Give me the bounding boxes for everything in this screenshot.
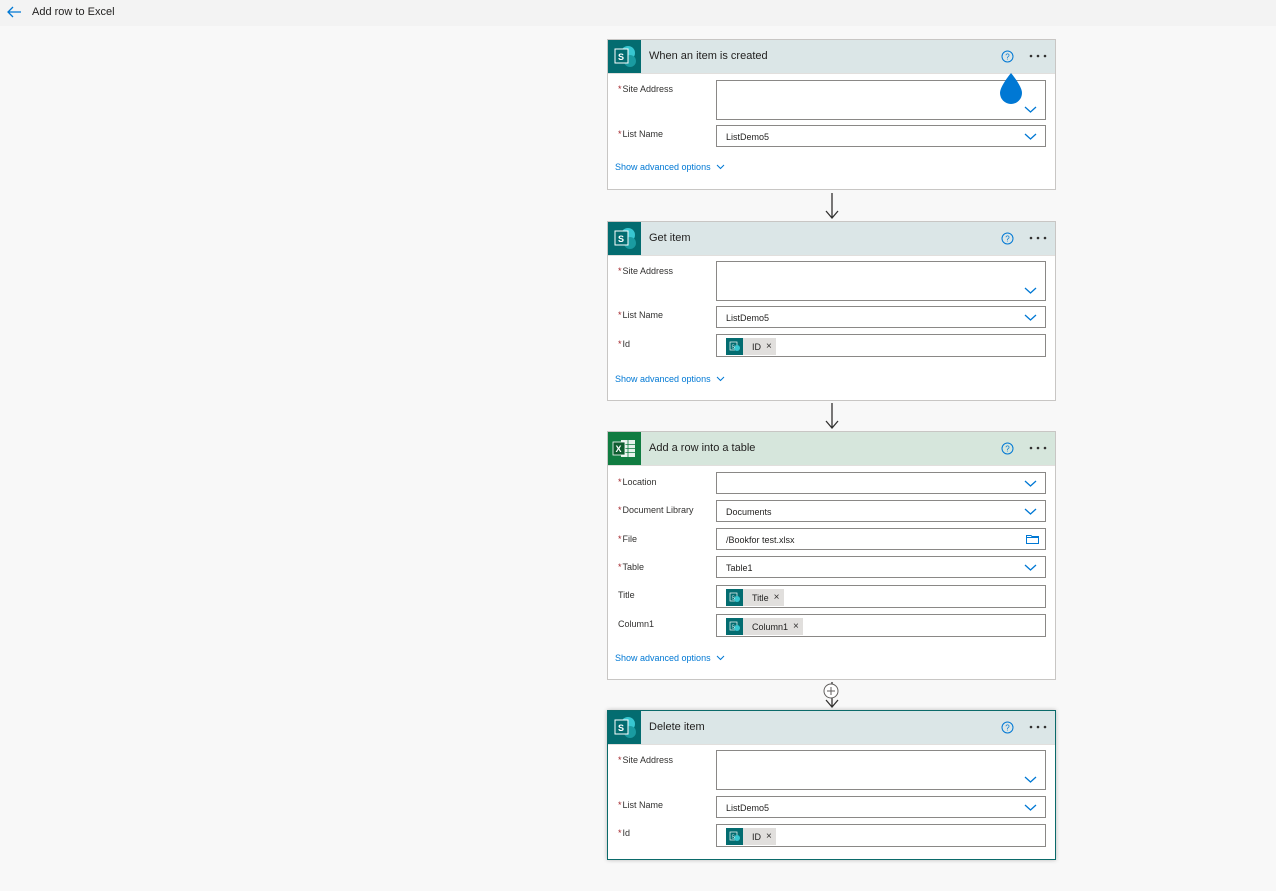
show-advanced-options-link[interactable]: Show advanced options [615, 374, 725, 384]
sharepoint-icon: S [608, 40, 641, 73]
svg-text:S: S [618, 52, 624, 62]
title-label: Title [618, 590, 635, 600]
card-title: When an item is created [649, 50, 768, 62]
top-bar: Add row to Excel [0, 0, 1276, 26]
card-title: Get item [649, 232, 691, 244]
help-icon[interactable]: ? [1001, 50, 1014, 63]
chevron-down-icon [716, 164, 724, 170]
more-icon[interactable] [1026, 49, 1050, 63]
get-item-card[interactable]: S Get item ? *Site Address *List Name Li… [607, 221, 1056, 401]
chevron-down-icon[interactable] [1024, 132, 1037, 141]
remove-token-icon[interactable]: × [766, 831, 772, 842]
card-title: Add a row into a table [649, 442, 756, 454]
list-name-label: *List Name [618, 129, 664, 139]
chevron-down-icon[interactable] [1024, 479, 1037, 488]
more-icon[interactable] [1026, 231, 1050, 245]
site-address-input[interactable] [716, 261, 1046, 301]
svg-text:X: X [616, 444, 622, 454]
site-address-label: *Site Address [618, 84, 674, 94]
card-header[interactable]: S When an item is created ? [608, 40, 1055, 74]
page-title: Add row to Excel [32, 6, 115, 18]
excel-icon: X [608, 432, 641, 465]
show-advanced-options-link[interactable]: Show advanced options [615, 653, 725, 663]
help-icon[interactable]: ? [1001, 721, 1014, 734]
chevron-down-icon[interactable] [1024, 313, 1037, 322]
list-name-label: *List Name [618, 800, 664, 810]
list-name-dropdown[interactable]: ListDemo5 [716, 306, 1046, 328]
table-dropdown[interactable]: Table1 [716, 556, 1046, 578]
svg-text:?: ? [1005, 445, 1010, 454]
card-header[interactable]: S Delete item ? [608, 711, 1055, 745]
chevron-down-icon[interactable] [1024, 507, 1037, 516]
cursor-drop-icon [1000, 73, 1022, 104]
list-name-label: *List Name [618, 310, 664, 320]
show-advanced-options-link[interactable]: Show advanced options [615, 162, 725, 172]
card-header[interactable]: S Get item ? [608, 222, 1055, 256]
more-icon[interactable] [1026, 441, 1050, 455]
column1-input[interactable]: S Column1 × [716, 614, 1046, 637]
sharepoint-icon: S [608, 711, 641, 744]
back-arrow-icon[interactable] [6, 5, 22, 19]
arrow-down-icon [825, 403, 839, 429]
svg-text:?: ? [1005, 235, 1010, 244]
remove-token-icon[interactable]: × [766, 341, 772, 352]
table-label: *Table [618, 562, 645, 572]
chevron-down-icon[interactable] [1024, 803, 1037, 812]
card-title: Delete item [649, 721, 705, 733]
site-address-label: *Site Address [618, 755, 674, 765]
chevron-down-icon[interactable] [1024, 286, 1037, 295]
column1-label: Column1 [618, 619, 655, 629]
help-icon[interactable]: ? [1001, 442, 1014, 455]
dynamic-token[interactable]: S ID × [726, 338, 776, 355]
chevron-down-icon [716, 376, 724, 382]
delete-item-card[interactable]: S Delete item ? *Site Address *List Name… [607, 710, 1056, 860]
svg-text:?: ? [1005, 53, 1010, 62]
chevron-down-icon[interactable] [1024, 105, 1037, 114]
document-library-label: *Document Library [618, 505, 694, 515]
dynamic-token[interactable]: S ID × [726, 828, 776, 845]
arrow-down-icon [825, 193, 839, 219]
sharepoint-icon: S [726, 589, 743, 606]
chevron-down-icon[interactable] [1024, 775, 1037, 784]
file-input[interactable]: /Bookfor test.xlsx [716, 528, 1046, 550]
sharepoint-icon: S [726, 828, 743, 845]
list-name-dropdown[interactable]: ListDemo5 [716, 796, 1046, 818]
trigger-card[interactable]: S When an item is created ? *Site Addres… [607, 39, 1056, 190]
location-dropdown[interactable] [716, 472, 1046, 494]
help-icon[interactable]: ? [1001, 232, 1014, 245]
svg-text:S: S [618, 723, 624, 733]
document-library-dropdown[interactable]: Documents [716, 500, 1046, 522]
id-input[interactable]: S ID × [716, 334, 1046, 357]
plus-icon[interactable] [823, 683, 839, 699]
card-header[interactable]: X Add a row into a table ? [608, 432, 1055, 466]
list-name-dropdown[interactable]: ListDemo5 [716, 125, 1046, 147]
chevron-down-icon[interactable] [1024, 563, 1037, 572]
id-input[interactable]: S ID × [716, 824, 1046, 847]
remove-token-icon[interactable]: × [774, 592, 780, 603]
title-input[interactable]: S Title × [716, 585, 1046, 608]
svg-text:S: S [618, 234, 624, 244]
site-address-input[interactable] [716, 750, 1046, 790]
chevron-down-icon [716, 655, 724, 661]
remove-token-icon[interactable]: × [793, 621, 799, 632]
id-label: *Id [618, 828, 631, 838]
svg-text:?: ? [1005, 724, 1010, 733]
sharepoint-icon: S [608, 222, 641, 255]
folder-icon[interactable] [1026, 534, 1039, 544]
add-row-card[interactable]: X Add a row into a table ? *Location *Do… [607, 431, 1056, 680]
id-label: *Id [618, 339, 631, 349]
file-label: *File [618, 534, 638, 544]
sharepoint-icon: S [726, 338, 743, 355]
site-address-label: *Site Address [618, 266, 674, 276]
sharepoint-icon: S [726, 618, 743, 635]
dynamic-token[interactable]: S Column1 × [726, 618, 803, 635]
location-label: *Location [618, 477, 657, 487]
dynamic-token[interactable]: S Title × [726, 589, 784, 606]
more-icon[interactable] [1026, 720, 1050, 734]
